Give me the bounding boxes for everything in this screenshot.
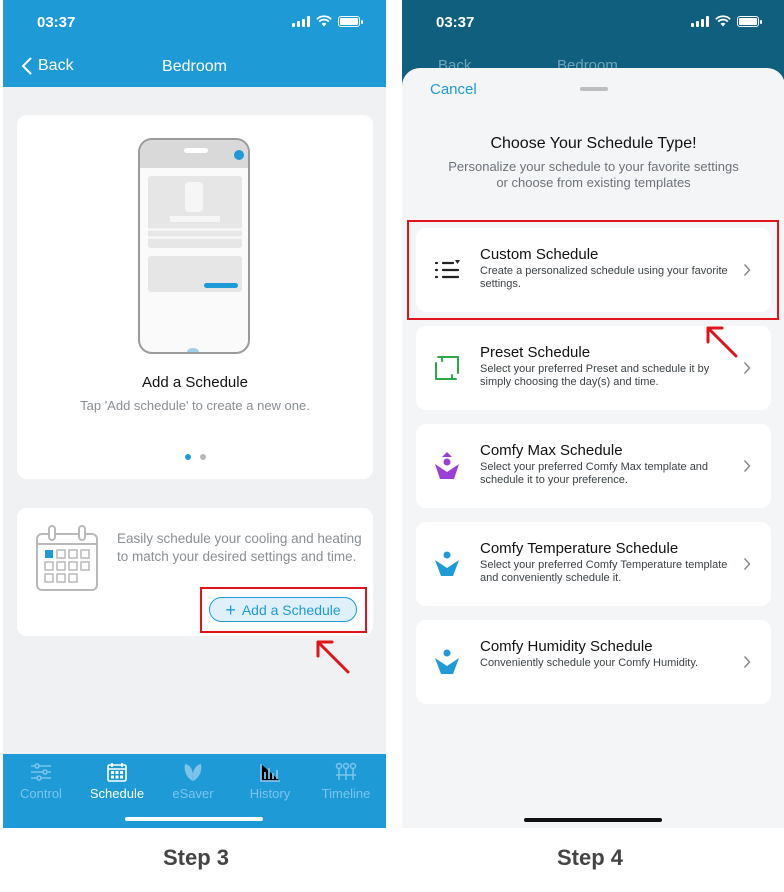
add-schedule-description: Easily schedule your cooling and heating… — [117, 531, 362, 564]
page-title: Bedroom — [162, 58, 227, 75]
tab-label: Control — [20, 786, 62, 801]
option-description: Conveniently schedule your Comfy Humidit… — [480, 657, 699, 669]
bottom-tab-bar: Control Schedule eSaver History Timeline — [3, 754, 386, 828]
status-time: 03:37 — [37, 14, 76, 31]
chevron-right-icon — [743, 557, 751, 571]
sheet-title: Choose Your Schedule Type! — [490, 135, 697, 152]
option-comfy-temperature-schedule[interactable]: Comfy Temperature Schedule Select your p… — [416, 522, 771, 606]
home-indicator — [125, 817, 263, 821]
option-description: Select your preferred Preset and schedul… — [480, 363, 710, 388]
sliders-icon — [31, 763, 51, 781]
signal-icon — [691, 15, 709, 27]
step4-screen: 03:37 Back Bedroom Cancel Choose Your Sc… — [402, 0, 784, 828]
tab-label: eSaver — [172, 786, 214, 801]
status-bar: 03:37 — [402, 0, 784, 44]
wifi-icon — [316, 15, 332, 27]
tab-history[interactable]: History — [232, 762, 308, 801]
red-pointer-arrow-icon — [706, 326, 738, 358]
home-indicator — [524, 818, 662, 822]
step3-caption: Step 3 — [162, 845, 230, 870]
comfy-max-icon — [435, 452, 459, 479]
sheet-grabber[interactable] — [580, 87, 608, 91]
intro-subtitle: Tap 'Add schedule' to create a new one. — [80, 398, 310, 413]
timeline-icon — [335, 762, 357, 780]
tab-timeline[interactable]: Timeline — [308, 762, 384, 801]
calendar-illustration-icon — [36, 525, 98, 591]
red-pointer-arrow-icon — [316, 640, 350, 674]
phone-illustration — [138, 138, 250, 354]
step3-screen: 03:37 Back Bedroom Add a Schedule Tap 'A… — [3, 0, 386, 828]
cancel-button[interactable]: Cancel — [430, 81, 477, 98]
page-dot-1[interactable] — [184, 454, 191, 460]
option-description: Select your preferred Comfy Max template… — [480, 461, 709, 486]
option-name: Comfy Max Schedule — [480, 442, 623, 459]
option-comfy-max-schedule[interactable]: Comfy Max Schedule Select your preferred… — [416, 424, 771, 508]
tab-schedule[interactable]: Schedule — [79, 762, 155, 801]
calendar-icon — [107, 763, 127, 782]
option-comfy-humidity-schedule[interactable]: Comfy Humidity Schedule Conveniently sch… — [416, 620, 771, 704]
sheet-subtitle: Personalize your schedule to your favori… — [448, 159, 739, 190]
highlight-box-custom-schedule — [407, 220, 779, 320]
page-dot-2[interactable] — [199, 454, 206, 460]
status-bar: 03:37 — [3, 0, 386, 44]
step4-caption: Step 4 — [556, 845, 624, 870]
battery-icon — [338, 15, 363, 27]
status-time: 03:37 — [436, 14, 475, 31]
tab-label: Timeline — [321, 786, 371, 801]
battery-icon — [737, 15, 762, 27]
option-name: Comfy Temperature Schedule — [480, 540, 679, 557]
intro-carousel-card[interactable]: Add a Schedule Tap 'Add schedule' to cre… — [17, 115, 373, 479]
chevron-right-icon — [743, 459, 751, 473]
option-name: Preset Schedule — [480, 344, 591, 361]
comfy-person-icon — [435, 649, 459, 674]
tab-esaver[interactable]: eSaver — [155, 762, 231, 801]
intro-title: Add a Schedule — [142, 374, 248, 391]
highlight-box-add-schedule — [200, 587, 367, 633]
option-name: Comfy Humidity Schedule — [480, 638, 653, 655]
preset-frame-icon — [435, 356, 459, 380]
tab-label: Schedule — [89, 786, 145, 801]
tab-control[interactable]: Control — [3, 762, 79, 801]
comfy-person-icon — [435, 551, 459, 576]
chevron-right-icon — [743, 361, 751, 375]
leaf-icon — [184, 764, 202, 781]
schedule-type-sheet: Cancel Choose Your Schedule Type! Person… — [402, 68, 784, 828]
chevron-right-icon — [743, 655, 751, 669]
carousel-pagination[interactable] — [17, 454, 373, 460]
bar-chart-icon — [260, 764, 280, 782]
option-description: Select your preferred Comfy Temperature … — [480, 559, 728, 584]
tab-label: History — [249, 786, 291, 801]
wifi-icon — [715, 15, 731, 27]
signal-icon — [292, 15, 310, 27]
